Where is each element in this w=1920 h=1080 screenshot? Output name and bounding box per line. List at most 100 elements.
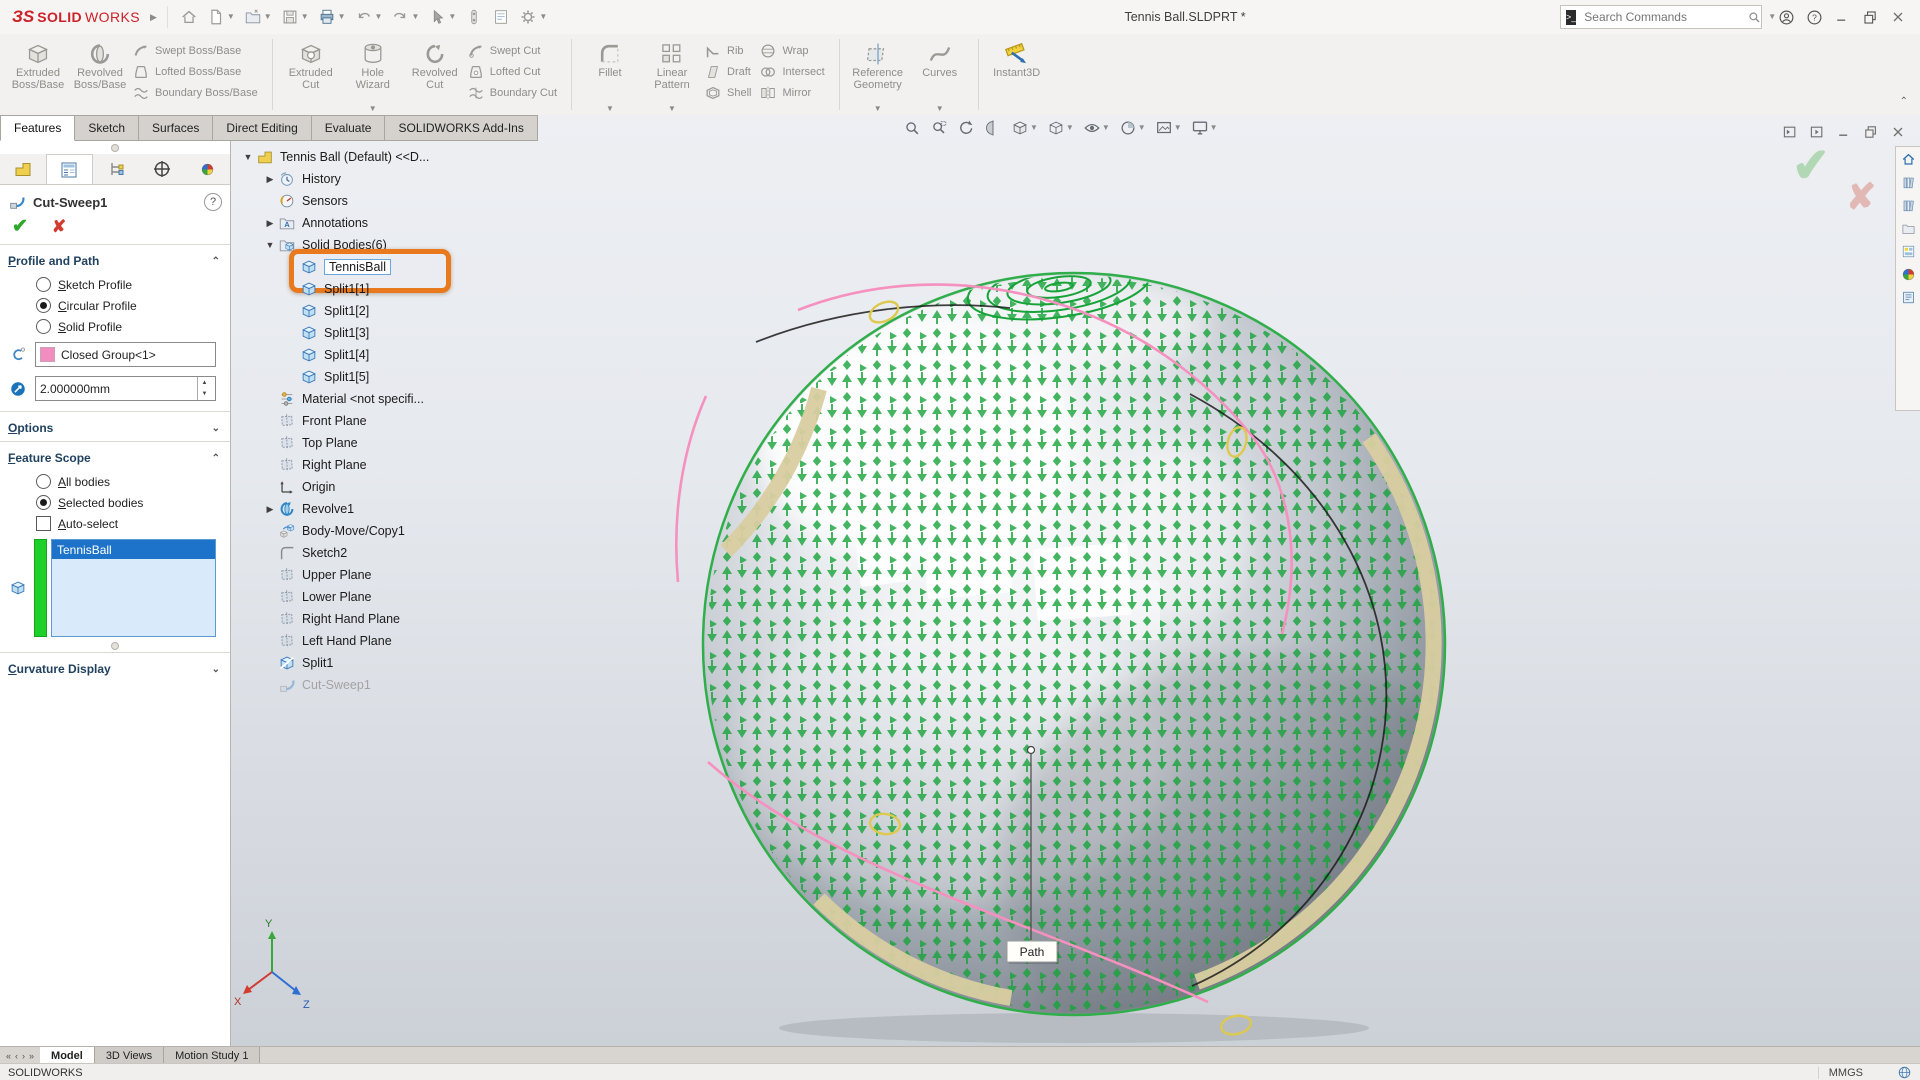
design-library-icon[interactable] [1901, 198, 1916, 213]
tree-item-top-plane[interactable]: Top Plane [233, 432, 543, 454]
sheet-tab-navigation[interactable]: « ‹ › » [0, 1047, 40, 1064]
tree-item-tennisball[interactable]: TennisBall [233, 249, 543, 293]
new-document-button[interactable]: ▼ [203, 6, 239, 28]
apply-scene-button[interactable]: ▼ [1152, 118, 1185, 138]
expander-closed-icon[interactable]: ▶ [262, 174, 278, 185]
print-button[interactable]: ▼ [314, 6, 350, 28]
ribbon-button-instant3d[interactable]: Instant3D [987, 37, 1047, 115]
search-caret-icon[interactable]: ▼ [1768, 13, 1776, 21]
last-tab-icon[interactable]: » [29, 1051, 34, 1061]
radio-button[interactable] [36, 495, 51, 510]
tree-item-sensors[interactable]: Sensors [233, 190, 543, 212]
tree-item-body-move-copy1[interactable]: Body-Move/Copy1 [233, 520, 543, 542]
scope-option-selected-bodies[interactable]: Selected bodies [0, 492, 230, 513]
view-palette-icon[interactable] [1901, 244, 1916, 259]
panel-tab-featuremanager[interactable] [0, 154, 46, 184]
chevron-up-icon[interactable]: ⌃ [212, 453, 220, 464]
tree-item-annotations[interactable]: ▶ A Annotations [233, 212, 543, 234]
auto-select-checkbox-row[interactable]: Auto-select [0, 513, 230, 534]
file-explorer-icon[interactable] [1901, 221, 1916, 236]
search-commands-box[interactable]: >_ ▼ [1560, 5, 1776, 29]
next-tab-icon[interactable]: › [22, 1051, 25, 1061]
radio-button[interactable] [36, 474, 51, 489]
ribbon-button-hole-wizard[interactable]: Hole Wizard ▼ [343, 37, 403, 115]
tab-features[interactable]: Features [0, 115, 76, 141]
document-close-button[interactable] [1890, 124, 1906, 140]
tree-item-upper-plane[interactable]: Upper Plane [233, 564, 543, 586]
selection-filter-button[interactable] [461, 6, 487, 28]
search-icon[interactable] [1747, 10, 1762, 25]
tree-item-left-hand-plane[interactable]: Left Hand Plane [233, 630, 543, 652]
tree-item-split1-4[interactable]: Split1[4] [233, 344, 543, 366]
list-resize-handle[interactable] [111, 642, 119, 650]
globe-icon[interactable] [1897, 1065, 1912, 1080]
ribbon-button-shell[interactable]: Shell [704, 82, 757, 103]
tab-surfaces[interactable]: Surfaces [139, 115, 214, 141]
tree-item-split1-2[interactable]: Split1[2] [233, 300, 543, 322]
dropdown-caret-icon[interactable]: ▼ [369, 105, 377, 115]
ribbon-button-boundary-cut[interactable]: Boundary Cut [467, 82, 563, 103]
dropdown-caret-icon[interactable]: ▼ [874, 105, 882, 115]
dropdown-caret-icon[interactable]: ▼ [1138, 124, 1146, 132]
dropdown-caret-icon[interactable]: ▼ [539, 13, 547, 21]
panel-tab-dimxpertmanager[interactable] [139, 154, 185, 184]
zoom-to-fit-button[interactable] [900, 118, 924, 138]
tennis-ball-model[interactable] [675, 244, 1520, 1046]
profile-option-sketch-profile[interactable]: Sketch Profile [0, 274, 230, 295]
chevron-up-icon[interactable]: ⌃ [212, 256, 220, 267]
bottom-tab-motion-study-1[interactable]: Motion Study 1 [164, 1047, 261, 1064]
ribbon-button-revolved-boss-base[interactable]: Revolved Boss/Base [70, 37, 130, 115]
section-view-button[interactable] [981, 118, 1005, 138]
home-button[interactable] [176, 6, 202, 28]
dropdown-caret-icon[interactable]: ▼ [448, 13, 456, 21]
tab-sketch[interactable]: Sketch [75, 115, 140, 141]
ribbon-button-rib[interactable]: Rib [704, 40, 757, 61]
open-button[interactable]: ▼ [240, 6, 276, 28]
dropdown-caret-icon[interactable]: ▼ [411, 13, 419, 21]
ribbon-button-swept-cut[interactable]: Swept Cut [467, 40, 563, 61]
auto-select-checkbox[interactable] [36, 516, 51, 531]
bottom-tab-3d-views[interactable]: 3D Views [94, 1047, 165, 1064]
panel-tab-propertymanager[interactable] [45, 154, 94, 184]
tree-item-tennis-ball-default-d[interactable]: ▼ Tennis Ball (Default) <<D... [233, 146, 543, 168]
custom-properties-icon[interactable] [1901, 290, 1916, 305]
ribbon-collapse-icon[interactable]: ⌃ [1900, 96, 1908, 107]
solidworks-resources-icon[interactable] [1901, 175, 1916, 190]
ribbon-button-lofted-cut[interactable]: Lofted Cut [467, 61, 563, 82]
radio-button[interactable] [36, 277, 51, 292]
tree-item-sketch2[interactable]: Sketch2 [233, 542, 543, 564]
panel-splitter-handle[interactable] [111, 144, 119, 152]
ribbon-button-lofted-boss-base[interactable]: Lofted Boss/Base [132, 61, 264, 82]
section-options[interactable]: Options ⌄ [0, 412, 230, 441]
dropdown-caret-icon[interactable]: ▼ [1066, 124, 1074, 132]
save-button[interactable]: ▼ [277, 6, 313, 28]
ribbon-button-extruded-cut[interactable]: Extruded Cut [281, 37, 341, 115]
dropdown-caret-icon[interactable]: ▼ [338, 13, 346, 21]
tree-item-origin[interactable]: Origin [233, 476, 543, 498]
tree-item-split1-3[interactable]: Split1[3] [233, 322, 543, 344]
tree-item-split1-5[interactable]: Split1[5] [233, 366, 543, 388]
tree-item-right-hand-plane[interactable]: Right Hand Plane [233, 608, 543, 630]
search-input[interactable] [1582, 9, 1742, 25]
selected-bodies-list[interactable]: TennisBall [51, 539, 216, 637]
path-selection-field[interactable]: Closed Group<1> [35, 342, 216, 367]
radio-button[interactable] [36, 319, 51, 334]
document-pane-previous-button[interactable] [1782, 124, 1798, 140]
select-button[interactable]: ▼ [424, 6, 460, 28]
bottom-tab-model[interactable]: Model [40, 1047, 95, 1064]
prev-tab-icon[interactable]: ‹ [15, 1051, 18, 1061]
close-button[interactable] [1888, 7, 1908, 27]
diameter-spinner[interactable]: ▲ ▼ [197, 377, 211, 400]
confirmation-corner-cancel-icon[interactable]: ✘ [1846, 176, 1876, 218]
cancel-button[interactable]: ✘ [52, 218, 66, 235]
selected-body-item[interactable]: TennisBall [52, 540, 215, 559]
expander-open-icon[interactable]: ▼ [262, 240, 278, 250]
dropdown-caret-icon[interactable]: ▼ [1102, 124, 1110, 132]
ribbon-button-revolved-cut[interactable]: Revolved Cut [405, 37, 465, 115]
panel-tab-displaymanager[interactable] [184, 154, 230, 184]
dropdown-caret-icon[interactable]: ▼ [1210, 124, 1218, 132]
section-feature-scope[interactable]: Feature Scope ⌃ [0, 442, 230, 471]
view-orientation-button[interactable]: ▼ [1008, 118, 1041, 138]
user-account-button[interactable] [1776, 7, 1796, 27]
units-indicator[interactable]: MMGS [1817, 1066, 1889, 1079]
